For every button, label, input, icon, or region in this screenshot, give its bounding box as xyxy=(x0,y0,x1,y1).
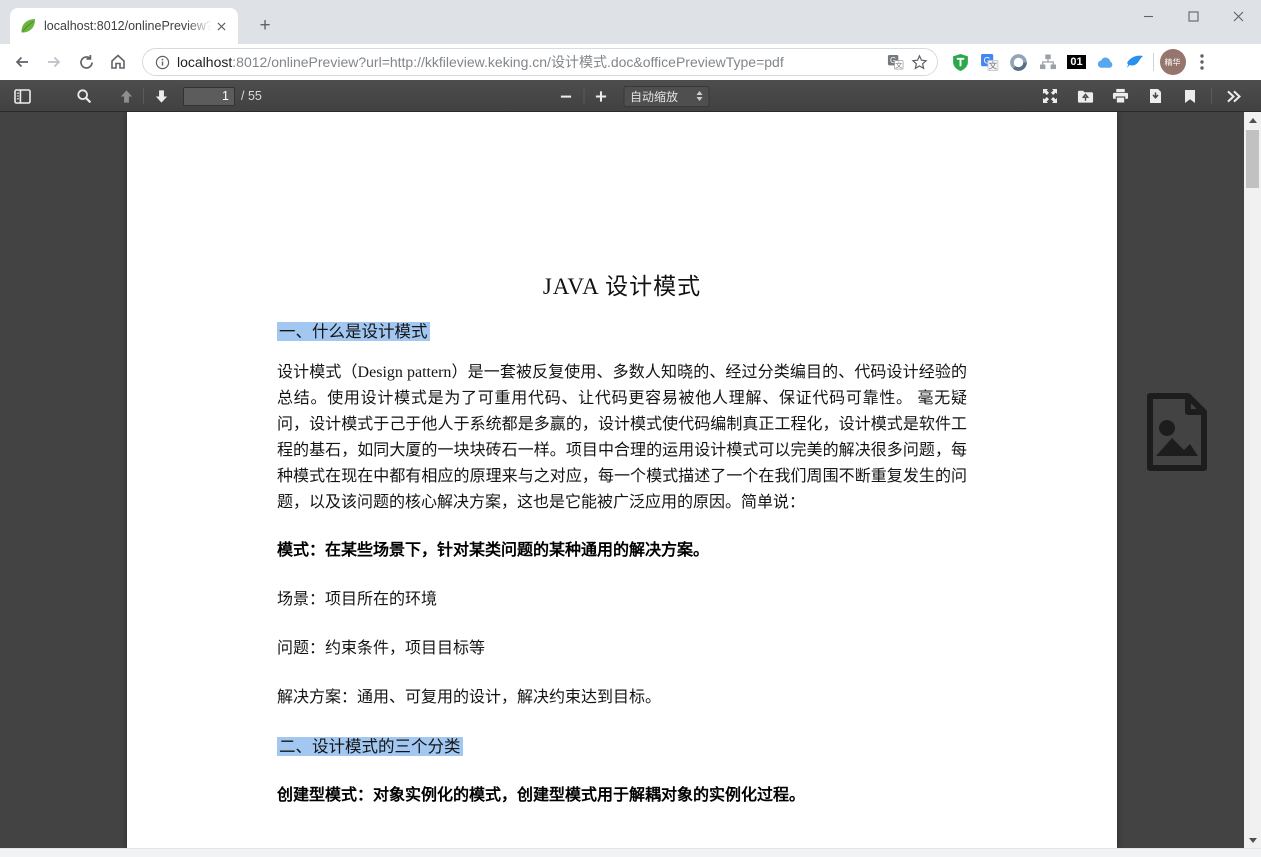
translate-page-icon[interactable]: G文 xyxy=(883,50,907,74)
page-info-icon[interactable] xyxy=(151,51,173,73)
horizontal-scrollbar-track[interactable] xyxy=(0,848,1261,857)
url-path: :8012/onlinePreview?url=http://kkfilevie… xyxy=(232,54,783,70)
sidebar-toggle-icon[interactable] xyxy=(8,84,36,109)
document-title: JAVA 设计模式 xyxy=(277,272,967,302)
scroll-up-icon[interactable] xyxy=(1244,112,1261,128)
avatar-label: 精华 xyxy=(1160,49,1186,75)
next-page-icon[interactable] xyxy=(147,84,175,109)
doc-line: 场景：项目所在的环境 xyxy=(277,587,967,613)
pdf-toolbar: / 55 自动缩放 xyxy=(0,80,1261,112)
bird-extension-icon[interactable] xyxy=(1120,48,1149,77)
previous-page-icon[interactable] xyxy=(112,84,140,109)
zoom-in-icon[interactable] xyxy=(587,84,615,109)
doc-paragraph: 设计模式（Design pattern）是一套被反复使用、多数人知晓的、经过分类… xyxy=(277,360,967,516)
download-icon[interactable] xyxy=(1141,84,1169,109)
maximize-icon[interactable] xyxy=(1171,0,1216,32)
pdf-toolbar-right xyxy=(1036,80,1247,112)
home-icon[interactable] xyxy=(102,46,134,78)
scroll-down-icon[interactable] xyxy=(1244,832,1261,848)
doc-line: 解决方案：通用、可复用的设计，解决约束达到目标。 xyxy=(277,685,967,711)
pdf-toolbar-left: / 55 xyxy=(0,80,262,112)
doc-bold-line: 模式：在某些场景下，针对某类问题的某种通用的解决方案。 xyxy=(277,538,967,564)
svg-text:文: 文 xyxy=(895,60,902,69)
tab-title: localhost:8012/onlinePreview? xyxy=(44,19,212,33)
toolbar-divider xyxy=(583,88,584,104)
document-page: JAVA 设计模式 一、什么是设计模式 设计模式（Design pattern）… xyxy=(127,112,1117,848)
select-spinner-icon xyxy=(696,91,702,101)
ring-extension-icon[interactable] xyxy=(1004,48,1033,77)
badge-01-label: 01 xyxy=(1067,55,1085,69)
browser-tab[interactable]: localhost:8012/onlinePreview? xyxy=(10,8,238,44)
tab-strip: localhost:8012/onlinePreview? + xyxy=(0,0,1261,44)
sitemap-extension-icon[interactable] xyxy=(1033,48,1062,77)
translate-extension-icon[interactable]: G文 xyxy=(975,48,1004,77)
print-icon[interactable] xyxy=(1106,84,1134,109)
doc-line: 问题：约束条件，项目目标等 xyxy=(277,636,967,662)
bookmark-view-icon[interactable] xyxy=(1176,84,1204,109)
navigation-bar: localhost:8012/onlinePreview?url=http://… xyxy=(0,44,1261,80)
more-tools-icon[interactable] xyxy=(1219,84,1247,109)
window-controls xyxy=(1126,0,1261,32)
svg-text:文: 文 xyxy=(989,60,998,70)
extensions-row: G文 01 精华 xyxy=(946,48,1216,77)
doc-heading-1: 一、什么是设计模式 xyxy=(277,319,967,345)
scrollbar-thumb[interactable] xyxy=(1246,130,1259,188)
badge-01-extension-icon[interactable]: 01 xyxy=(1062,48,1091,77)
minimize-icon[interactable] xyxy=(1126,0,1171,32)
vertical-scrollbar[interactable] xyxy=(1244,112,1261,848)
browser-window: localhost:8012/onlinePreview? + xyxy=(0,0,1261,857)
toolbar-divider xyxy=(143,88,144,104)
highlighted-heading: 二、设计模式的三个分类 xyxy=(277,737,463,756)
doc-bold-line: 创建型模式：对象实例化的模式，创建型模式用于解耦对象的实例化过程。 xyxy=(277,783,967,809)
browser-menu-icon[interactable] xyxy=(1187,48,1216,77)
toolbar-divider xyxy=(1211,88,1212,104)
address-bar[interactable]: localhost:8012/onlinePreview?url=http://… xyxy=(142,48,938,76)
spring-leaf-favicon xyxy=(20,18,36,34)
reload-icon[interactable] xyxy=(70,46,102,78)
presentation-mode-icon[interactable] xyxy=(1036,84,1064,109)
new-tab-button[interactable]: + xyxy=(252,13,278,39)
profile-avatar[interactable]: 精华 xyxy=(1158,48,1187,77)
back-icon[interactable] xyxy=(6,46,38,78)
image-file-icon xyxy=(1142,392,1212,472)
doc-heading-2: 二、设计模式的三个分类 xyxy=(277,734,967,760)
shield-extension-icon[interactable] xyxy=(946,48,975,77)
cloud-extension-icon[interactable] xyxy=(1091,48,1120,77)
forward-icon[interactable] xyxy=(38,46,70,78)
page-number-input[interactable] xyxy=(183,87,235,106)
page-count-label: / 55 xyxy=(241,89,262,103)
extensions-divider xyxy=(1153,53,1154,71)
url-host: localhost xyxy=(177,54,232,70)
search-icon[interactable] xyxy=(70,84,98,109)
tab-close-icon[interactable] xyxy=(212,17,230,35)
bookmark-star-icon[interactable] xyxy=(907,50,931,74)
pdf-viewer-area[interactable]: JAVA 设计模式 一、什么是设计模式 设计模式（Design pattern）… xyxy=(0,112,1261,848)
open-file-icon[interactable] xyxy=(1071,84,1099,109)
highlighted-heading: 一、什么是设计模式 xyxy=(277,322,430,341)
url-text[interactable]: localhost:8012/onlinePreview?url=http://… xyxy=(177,52,883,72)
zoom-out-icon[interactable] xyxy=(552,84,580,109)
zoom-scale-value: 自动缩放 xyxy=(630,88,696,105)
pdf-toolbar-center: 自动缩放 xyxy=(552,80,709,112)
close-icon[interactable] xyxy=(1216,0,1261,32)
zoom-scale-select[interactable]: 自动缩放 xyxy=(623,86,709,107)
